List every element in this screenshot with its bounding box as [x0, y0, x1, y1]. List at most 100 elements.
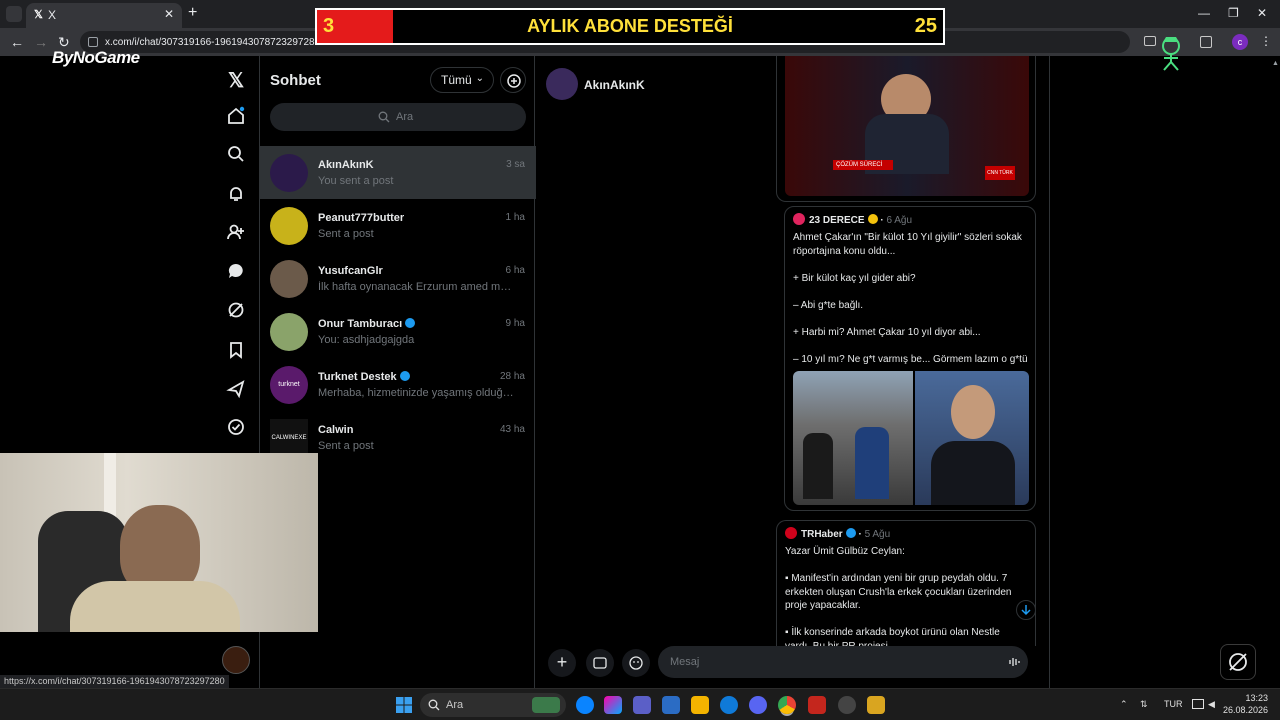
conversation-name: Peanut777butter	[318, 212, 405, 224]
taskbar-search[interactable]: Ara	[420, 693, 566, 717]
gif-button[interactable]	[586, 649, 614, 677]
avatar: turknet	[270, 366, 308, 404]
link-status-url: https://x.com/i/chat/307319166-196194307…	[0, 675, 229, 688]
edge-copilot-icon[interactable]	[576, 696, 594, 714]
network-status-icon[interactable]: ⇅	[1140, 699, 1148, 710]
file-explorer-icon[interactable]	[691, 696, 709, 714]
clock-time[interactable]: 13:23	[1228, 693, 1268, 703]
home-icon[interactable]	[226, 106, 246, 126]
shared-video-post[interactable]: ÇÖZÜM SÜRECİ CNN TÜRK	[776, 56, 1036, 202]
forward-button[interactable]: →	[34, 34, 48, 50]
profile-avatar[interactable]: c	[1232, 34, 1248, 50]
conversation-item[interactable]: Onur Tamburacı You: asdhjadgajgda 9 ha	[260, 305, 536, 358]
video-caption: ÇÖZÜM SÜRECİ	[833, 160, 893, 170]
subscriber-goal-banner: 3 AYLIK ABONE DESTEĞİ 25	[315, 8, 945, 45]
back-button[interactable]: ←	[10, 34, 24, 50]
conversation-name: Turknet Destek	[318, 371, 410, 383]
edge-icon[interactable]	[720, 696, 738, 714]
grok-icon[interactable]	[226, 300, 246, 320]
windows-start-icon[interactable]	[396, 697, 412, 713]
search-icon[interactable]	[226, 144, 246, 164]
voice-message-icon[interactable]	[1008, 656, 1020, 668]
conversation-preview: You sent a post	[318, 175, 394, 187]
chat-search-input[interactable]: Ara	[270, 103, 526, 131]
streamer-brand-logo: ByNoGame	[52, 48, 140, 67]
conversation-preview: You: asdhjadgajgda	[318, 334, 415, 346]
messages-icon[interactable]	[226, 261, 246, 281]
x-logo-icon: 𝕏	[34, 9, 43, 21]
filter-dropdown[interactable]: Tümü ⌄	[430, 67, 494, 93]
site-info-icon[interactable]	[88, 37, 98, 47]
shared-post[interactable]: 23 DERECE · 6 Ağu Ahmet Çakar'ın "Bir kü…	[784, 206, 1036, 511]
message-composer: + Mesaj	[546, 646, 1040, 680]
app-icon[interactable]	[867, 696, 885, 714]
avatar[interactable]	[546, 68, 578, 100]
new-chat-icon	[507, 74, 521, 88]
chat-list-title: Sohbet	[270, 72, 321, 89]
post-source: TRHaber · 5 Ağu	[785, 527, 890, 540]
conversation-item[interactable]: turknet Turknet Destek Merhaba, hizmetin…	[260, 358, 536, 411]
taskbar-search-placeholder: Ara	[446, 699, 464, 711]
source-avatar-icon	[785, 527, 797, 539]
teams-icon[interactable]	[633, 696, 651, 714]
tab-title: X	[48, 8, 57, 22]
conversation-preview: İlk hafta oynanacak Erzurum amed maçı	[318, 281, 514, 293]
follow-icon[interactable]	[226, 222, 246, 242]
page-scrollbar-up[interactable]: ▲	[1272, 60, 1279, 68]
input-language[interactable]: TUR	[1164, 699, 1183, 709]
grok-floating-button[interactable]	[1220, 644, 1256, 680]
windows-taskbar: Ara ⌃ ⇅ TUR ◀ 13:23 26.08.2026	[0, 688, 1280, 720]
discord-icon[interactable]	[749, 696, 767, 714]
conversation-preview: Sent a post	[318, 228, 374, 240]
image-person	[855, 427, 889, 499]
volume-icon[interactable]: ◀	[1208, 699, 1215, 710]
extensions-icon[interactable]	[1200, 36, 1212, 48]
obs-icon[interactable]	[838, 696, 856, 714]
chat-header-name[interactable]: AkınAkınK	[584, 78, 645, 92]
minimize-button[interactable]: —	[1198, 6, 1210, 20]
image-person	[803, 433, 833, 499]
post-image[interactable]	[793, 371, 913, 505]
chrome-icon[interactable]	[778, 696, 796, 714]
image-face	[951, 385, 995, 439]
clock-date[interactable]: 26.08.2026	[1220, 705, 1268, 715]
emoji-button[interactable]	[622, 649, 650, 677]
video-thumbnail[interactable]: ÇÖZÜM SÜRECİ CNN TÜRK	[785, 56, 1029, 196]
scroll-down-button[interactable]	[1016, 600, 1036, 620]
monitor-icon[interactable]	[1192, 699, 1204, 709]
conversation-item[interactable]: Peanut777butter Sent a post 1 ha	[260, 199, 536, 252]
notifications-icon[interactable]	[226, 184, 246, 204]
post-image[interactable]	[915, 371, 1029, 505]
bookmarks-icon[interactable]	[226, 340, 246, 360]
conversation-item[interactable]: AkınAkınK You sent a post 3 sa	[260, 146, 536, 199]
copilot-icon[interactable]	[604, 696, 622, 714]
conversation-time: 1 ha	[505, 212, 525, 223]
gif-icon	[593, 657, 607, 669]
chat-panel: AkınAkınK ÇÖZÜM SÜRECİ CNN TÜRK 23 DEREC…	[536, 56, 1050, 688]
shared-post[interactable]: TRHaber · 5 Ağu Yazar Ümit Gülbüz Ceylan…	[776, 520, 1036, 646]
communities-icon[interactable]	[226, 379, 246, 399]
store-icon[interactable]	[662, 696, 680, 714]
conversation-name: YusufcanGlr	[318, 265, 383, 277]
grok-icon	[1229, 653, 1247, 671]
new-tab-button[interactable]: +	[188, 4, 197, 22]
tray-overflow-icon[interactable]: ⌃	[1120, 699, 1128, 710]
restore-button[interactable]: ❐	[1228, 6, 1239, 20]
close-tab-icon[interactable]: ✕	[164, 7, 174, 21]
arrow-down-icon	[1021, 605, 1031, 616]
message-placeholder: Mesaj	[670, 656, 700, 668]
tab-search-button[interactable]	[6, 6, 22, 22]
x-logo-icon[interactable]: 𝕏	[226, 68, 246, 92]
message-input[interactable]: Mesaj	[658, 646, 1028, 678]
add-attachment-button[interactable]: +	[548, 649, 576, 677]
app-icon[interactable]	[808, 696, 826, 714]
close-window-button[interactable]: ✕	[1257, 6, 1267, 20]
browser-tab[interactable]: 𝕏 X ✕	[26, 3, 182, 28]
search-placeholder: Ara	[396, 111, 414, 123]
verified-orgs-icon[interactable]	[226, 417, 246, 437]
verified-badge-icon	[399, 371, 410, 381]
browser-menu-icon[interactable]: ⋮	[1260, 34, 1272, 48]
conversation-item[interactable]: YusufcanGlr İlk hafta oynanacak Erzurum …	[260, 252, 536, 305]
new-chat-button[interactable]	[500, 67, 526, 93]
account-avatar[interactable]	[222, 646, 250, 674]
